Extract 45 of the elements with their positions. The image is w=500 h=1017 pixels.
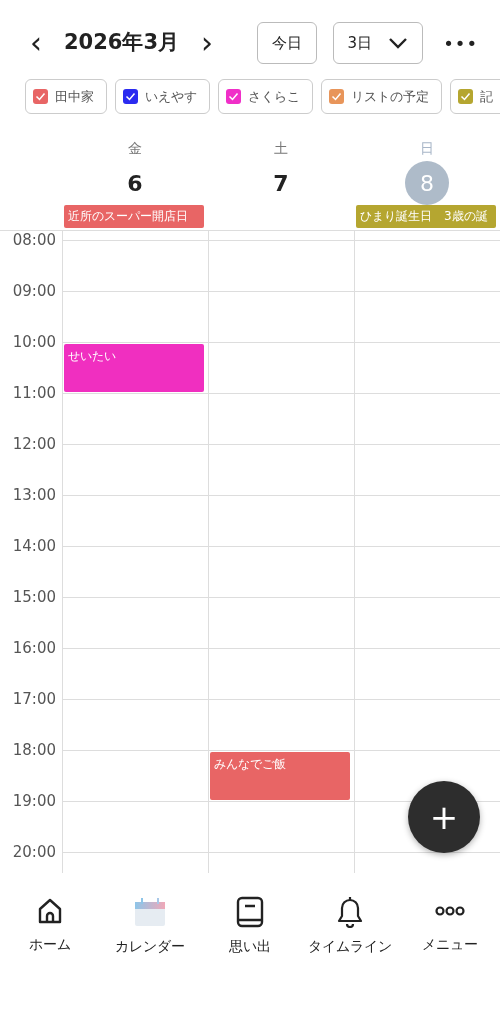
time-label: 12:00 — [12, 434, 56, 454]
time-label: 17:00 — [12, 689, 56, 709]
checkbox[interactable] — [329, 89, 344, 104]
date-number[interactable]: 7 — [259, 161, 303, 205]
time-label: 11:00 — [12, 383, 56, 403]
date-number[interactable]: 6 — [113, 161, 157, 205]
calendar-icon — [134, 896, 166, 928]
calendar-filter[interactable]: さくらこ — [218, 79, 313, 114]
view-select[interactable]: 3日 — [332, 22, 424, 64]
time-label: 09:00 — [12, 281, 56, 301]
chevron-down-icon — [388, 37, 409, 49]
previous-button[interactable]: ‹ — [22, 28, 50, 58]
time-label: 13:00 — [12, 485, 56, 505]
checkbox[interactable] — [226, 89, 241, 104]
checkbox[interactable] — [123, 89, 138, 104]
time-label: 08:00 — [12, 231, 56, 250]
today-button[interactable]: 今日 — [256, 22, 317, 64]
time-label: 18:00 — [12, 740, 56, 760]
nav-tab[interactable]: カレンダー — [100, 895, 200, 958]
nav-tab[interactable]: タイムライン — [300, 895, 400, 958]
time-label: 20:00 — [12, 842, 56, 862]
nav-tab[interactable]: ホーム — [0, 895, 100, 958]
checkbox[interactable] — [33, 89, 48, 104]
calendar-filter[interactable]: 記 — [450, 79, 500, 114]
bell-icon — [335, 896, 365, 928]
more-button[interactable]: ••• — [439, 29, 482, 57]
time-label: 15:00 — [12, 587, 56, 607]
weekday-label: 金 — [128, 139, 142, 158]
weekday-label: 土 — [274, 139, 288, 158]
checkbox[interactable] — [458, 89, 473, 104]
month-title: 2026年3月 — [64, 29, 180, 57]
time-label: 16:00 — [12, 638, 56, 658]
nav-tab[interactable]: 思い出 — [200, 895, 300, 958]
next-button[interactable]: › — [193, 28, 222, 58]
book-icon — [235, 896, 265, 928]
add-button[interactable]: + — [408, 781, 480, 853]
weekday-label: 日 — [420, 139, 434, 158]
event-block[interactable]: せいたい — [64, 344, 204, 392]
calendar-filter[interactable]: 田中家 — [25, 79, 107, 114]
nav-tab[interactable]: メニュー — [400, 895, 500, 958]
time-label: 10:00 — [12, 332, 56, 352]
time-label: 14:00 — [12, 536, 56, 556]
calendar-filter[interactable]: リストの予定 — [321, 79, 442, 114]
time-label: 19:00 — [12, 791, 56, 811]
calendar-filter[interactable]: いえやす — [115, 79, 210, 114]
